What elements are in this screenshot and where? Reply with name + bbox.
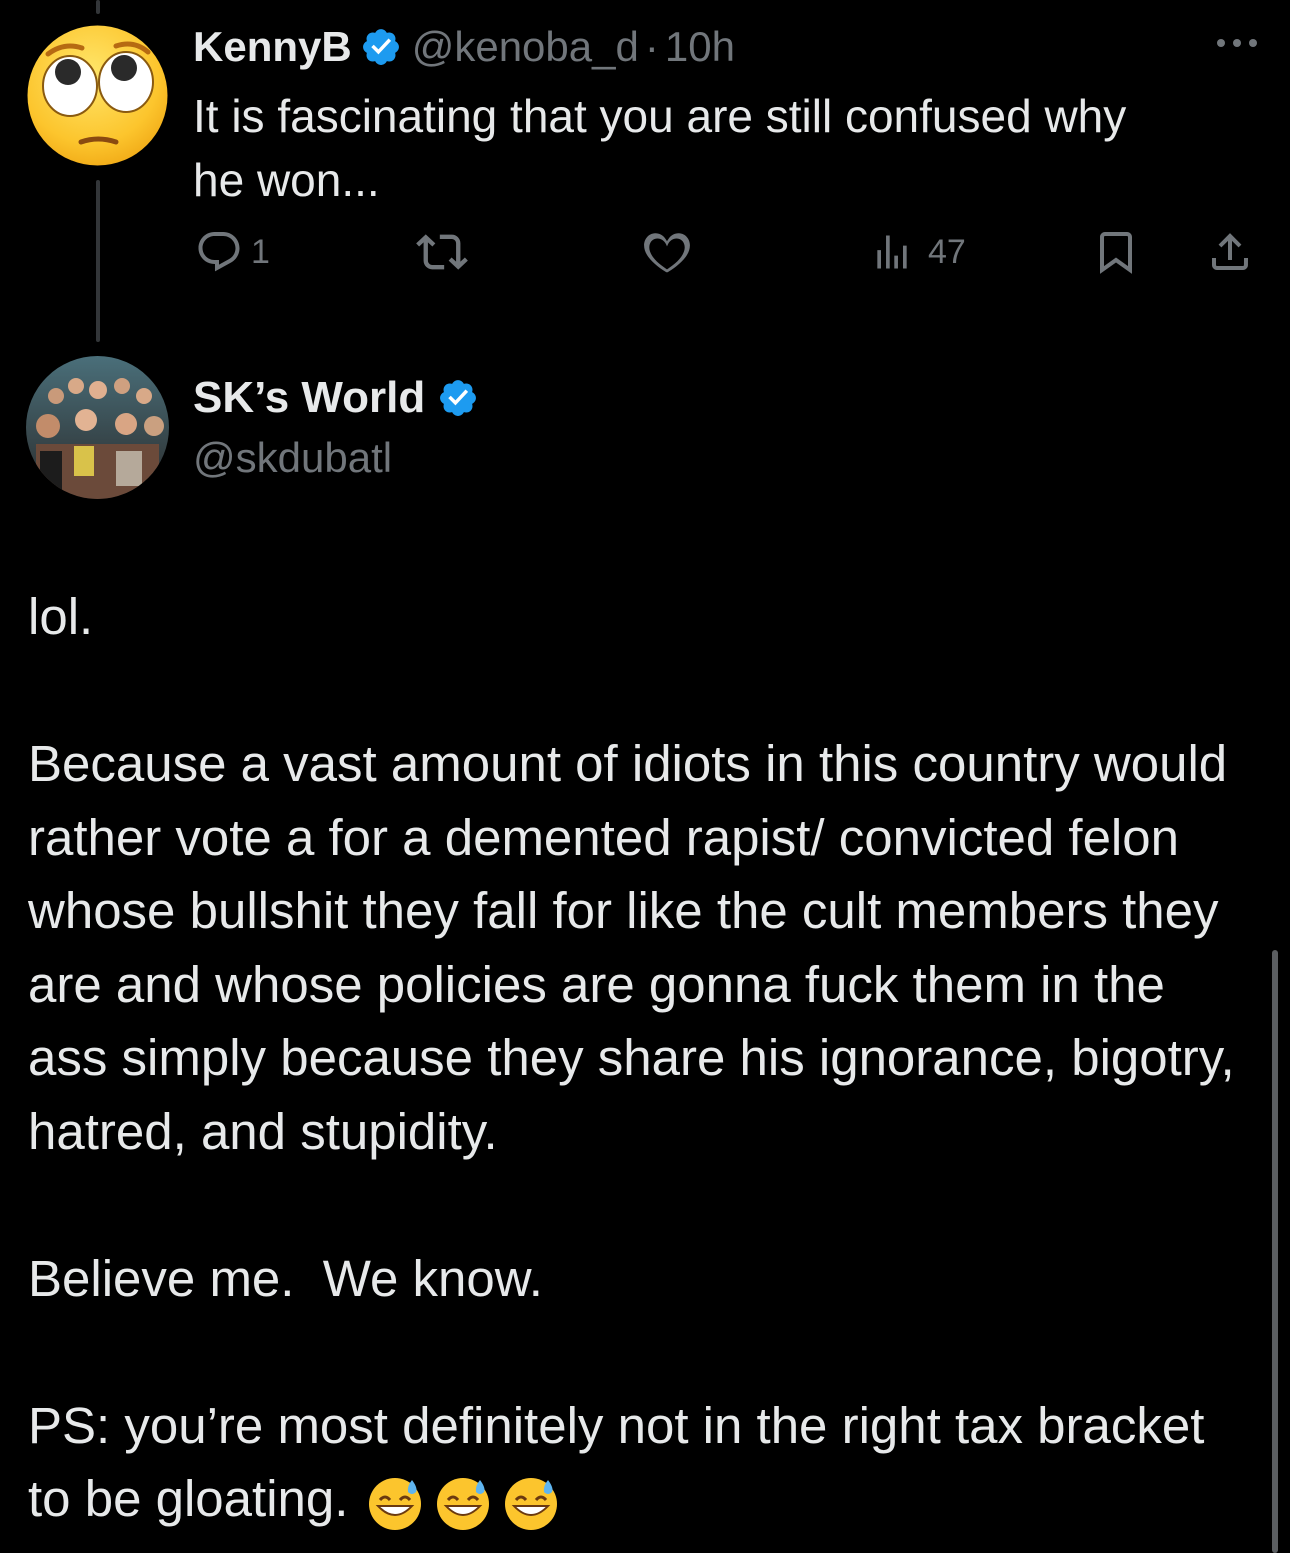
reply-text-line: he won... <box>193 154 380 206</box>
tweet-handle[interactable]: @skdubatl <box>193 432 392 484</box>
grinning-sweat-emoji-icon <box>437 1477 490 1530</box>
retweet-icon <box>416 234 468 270</box>
share-button[interactable] <box>1206 222 1254 282</box>
comment-icon <box>198 232 240 272</box>
reply-count: 1 <box>251 232 270 271</box>
more-options-icon[interactable] <box>1212 28 1262 58</box>
verified-badge-icon[interactable] <box>437 377 479 419</box>
reply-header: KennyB @kenoba_d · 10h <box>193 22 735 72</box>
tweet-display-name[interactable]: SK’s World <box>193 373 425 423</box>
reply-action-bar: 1 47 <box>0 222 1290 282</box>
reply-display-name[interactable]: KennyB <box>193 22 352 72</box>
bookmark-button[interactable] <box>1092 222 1140 282</box>
tweet-paragraph-last: PS: you’re most definitely not in the ri… <box>28 1389 1258 1536</box>
reply-text-line: It is fascinating that you are still con… <box>193 90 1127 142</box>
thread-line-top <box>96 0 100 14</box>
tweet-paragraph: Because a vast amount of idiots in this … <box>28 735 1249 1160</box>
tweet-body: lol. Because a vast amount of idiots in … <box>28 580 1258 1536</box>
rolling-eyes-emoji-icon <box>27 25 168 166</box>
bookmark-icon <box>1100 232 1132 274</box>
analytics-icon <box>877 235 907 269</box>
sweat-smile-emojis <box>366 1474 560 1532</box>
tweet-paragraph: Believe me. We know. <box>28 1249 543 1307</box>
tweet-paragraph-text: PS: you’re most definitely not in the ri… <box>28 1396 1219 1528</box>
grinning-sweat-emoji-icon <box>369 1477 422 1530</box>
heart-icon <box>644 233 690 273</box>
views-count: 47 <box>928 232 966 271</box>
reply-button[interactable]: 1 <box>195 222 270 282</box>
avatar-kennyb[interactable] <box>26 24 169 167</box>
avatar-skdubatl[interactable] <box>26 356 169 499</box>
group-photo-avatar-icon <box>26 356 169 499</box>
views-button[interactable]: 47 <box>870 222 966 282</box>
share-icon <box>1212 233 1248 270</box>
verified-badge-icon[interactable] <box>360 26 402 68</box>
reply-timestamp[interactable]: 10h <box>665 22 735 72</box>
reply-text: It is fascinating that you are still con… <box>193 84 1233 212</box>
like-button[interactable] <box>642 222 692 282</box>
tweet-author-row: SK’s World <box>193 370 479 426</box>
reply-handle[interactable]: @kenoba_d <box>412 22 639 72</box>
retweet-button[interactable] <box>416 222 468 282</box>
tweet-paragraph: lol. <box>28 588 94 645</box>
scrollbar-thumb[interactable] <box>1272 950 1278 1553</box>
grinning-sweat-emoji-icon <box>505 1477 558 1530</box>
separator-dot: · <box>644 23 659 70</box>
